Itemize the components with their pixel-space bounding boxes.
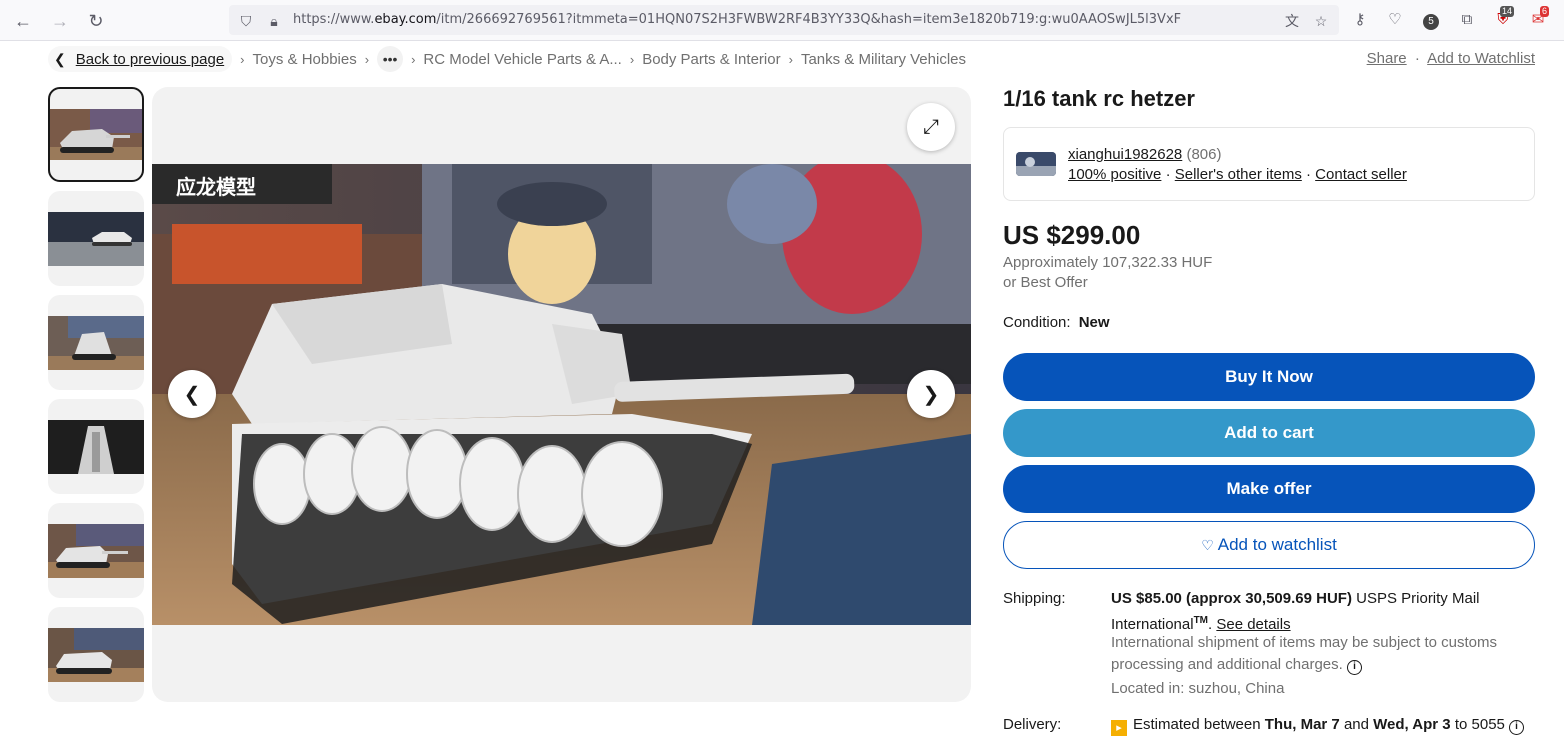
- url-bar[interactable]: ⛉ 🔒︎ https://www.ebay.com/itm/2666927695…: [229, 5, 1339, 35]
- translate-icon[interactable]: 文: [1283, 12, 1301, 30]
- add-to-watchlist-button[interactable]: ♡ Add to watchlist: [1003, 521, 1535, 569]
- customs-note: International shipment of items may be s…: [1111, 634, 1498, 673]
- thumbnail-image: [48, 212, 144, 266]
- thumbnail-6[interactable]: [48, 607, 144, 702]
- thumbnail-5[interactable]: [48, 503, 144, 598]
- pocket-icon[interactable]: ♡: [1385, 10, 1405, 30]
- back-arrow-icon[interactable]: ←: [12, 10, 34, 32]
- item-price: US $299.00: [1003, 220, 1141, 250]
- thumbnail-4[interactable]: [48, 399, 144, 494]
- item-location: Located in: suzhou, China: [1111, 680, 1285, 697]
- contact-seller-link[interactable]: Contact seller: [1315, 166, 1407, 183]
- forward-arrow-icon[interactable]: →: [49, 10, 71, 32]
- item-title: 1/16 tank rc hetzer: [1003, 86, 1195, 111]
- ublock-badge: 14: [1500, 6, 1515, 17]
- expand-icon[interactable]: ⤢: [907, 103, 955, 151]
- thumbnail-image: [48, 524, 144, 578]
- browser-toolbar: ← → ↻ ⛉ 🔒︎ https://www.ebay.com/itm/2666…: [0, 0, 1564, 41]
- positive-feedback-link[interactable]: 100% positive: [1068, 166, 1161, 183]
- more-dots-icon[interactable]: •••: [377, 46, 404, 72]
- thumbnail-3[interactable]: [48, 295, 144, 390]
- breadcrumb-item[interactable]: RC Model Vehicle Parts & A...: [423, 51, 621, 68]
- chevron-right-icon: ❯: [922, 383, 940, 406]
- breadcrumb: ❮ Back to previous page › Toys & Hobbies…: [48, 46, 966, 72]
- breadcrumb-item[interactable]: Tanks & Military Vehicles: [801, 51, 966, 68]
- buy-it-now-button[interactable]: Buy It Now: [1003, 353, 1535, 401]
- lock-icon[interactable]: 🔒︎: [265, 12, 283, 30]
- share-link[interactable]: Share: [1367, 50, 1407, 67]
- extension-5-icon[interactable]: 5: [1421, 10, 1441, 30]
- thumbnail-2[interactable]: [48, 191, 144, 286]
- main-product-image: 应龙模型: [152, 164, 971, 625]
- chevron-left-icon: ❮: [54, 50, 66, 67]
- seller-card: xianghui1982628 (806) 100% positive · Se…: [1003, 127, 1535, 201]
- previous-image-button[interactable]: ❮: [168, 370, 216, 418]
- heart-icon: ♡: [1201, 536, 1214, 553]
- thumbnail-image: [50, 109, 142, 160]
- shield-icon[interactable]: ⛉: [237, 12, 255, 30]
- chevron-right-icon: ›: [629, 51, 635, 67]
- seller-feedback-count: (806): [1186, 146, 1222, 163]
- breadcrumb-item[interactable]: Body Parts & Interior: [642, 51, 780, 68]
- chevron-right-icon: ›: [364, 51, 370, 67]
- url-text[interactable]: https://www.ebay.com/itm/266692769561?it…: [293, 12, 1181, 27]
- tank-photo: 应龙模型: [152, 164, 971, 625]
- chevron-right-icon: ›: [411, 51, 416, 67]
- thumbnail-1[interactable]: [48, 87, 144, 182]
- seller-other-items-link[interactable]: Seller's other items: [1175, 166, 1302, 183]
- chevron-right-icon: ›: [788, 51, 793, 67]
- star-icon[interactable]: ☆: [1312, 12, 1330, 30]
- see-details-link[interactable]: See details: [1216, 616, 1290, 633]
- condition: Condition: New: [1003, 314, 1110, 331]
- reload-icon[interactable]: ↻: [85, 10, 107, 32]
- mail-badge: 6: [1540, 6, 1550, 17]
- chevron-left-icon: ❮: [183, 383, 201, 406]
- shipping-cost: US $85.00 (approx 30,509.69 HUF): [1111, 590, 1352, 607]
- seller-avatar[interactable]: [1016, 152, 1056, 176]
- seller-name-link[interactable]: xianghui1982628: [1068, 146, 1182, 163]
- chevron-right-icon: ›: [240, 51, 245, 67]
- best-offer-text: or Best Offer: [1003, 274, 1088, 291]
- key-icon[interactable]: ⚷: [1350, 10, 1370, 30]
- make-offer-button[interactable]: Make offer: [1003, 465, 1535, 513]
- add-to-watchlist-link[interactable]: Add to Watchlist: [1427, 50, 1535, 67]
- top-actions: Share · Add to Watchlist: [1366, 50, 1535, 67]
- add-to-cart-button[interactable]: Add to cart: [1003, 409, 1535, 457]
- watermark-text: 应龙模型: [176, 175, 256, 199]
- next-image-button[interactable]: ❯: [907, 370, 955, 418]
- thumbnail-image: [48, 316, 144, 370]
- flag-icon: ▸: [1111, 720, 1127, 736]
- thumbnail-image: [48, 420, 144, 474]
- back-to-previous-button[interactable]: ❮ Back to previous page: [48, 46, 233, 72]
- main-image-viewer[interactable]: 应龙模型 ⤢ ❮ ❯: [152, 87, 971, 702]
- delivery-label: Delivery:: [1003, 716, 1062, 733]
- approx-price: Approximately 107,322.33 HUF: [1003, 254, 1213, 271]
- info-icon[interactable]: i: [1509, 720, 1525, 735]
- extensions-puzzle-icon[interactable]: ⧉: [1457, 10, 1477, 30]
- breadcrumb-item[interactable]: Toys & Hobbies: [253, 51, 357, 68]
- info-icon[interactable]: i: [1347, 660, 1362, 675]
- shipping-label: Shipping:: [1003, 590, 1066, 607]
- thumbnail-image: [48, 628, 144, 682]
